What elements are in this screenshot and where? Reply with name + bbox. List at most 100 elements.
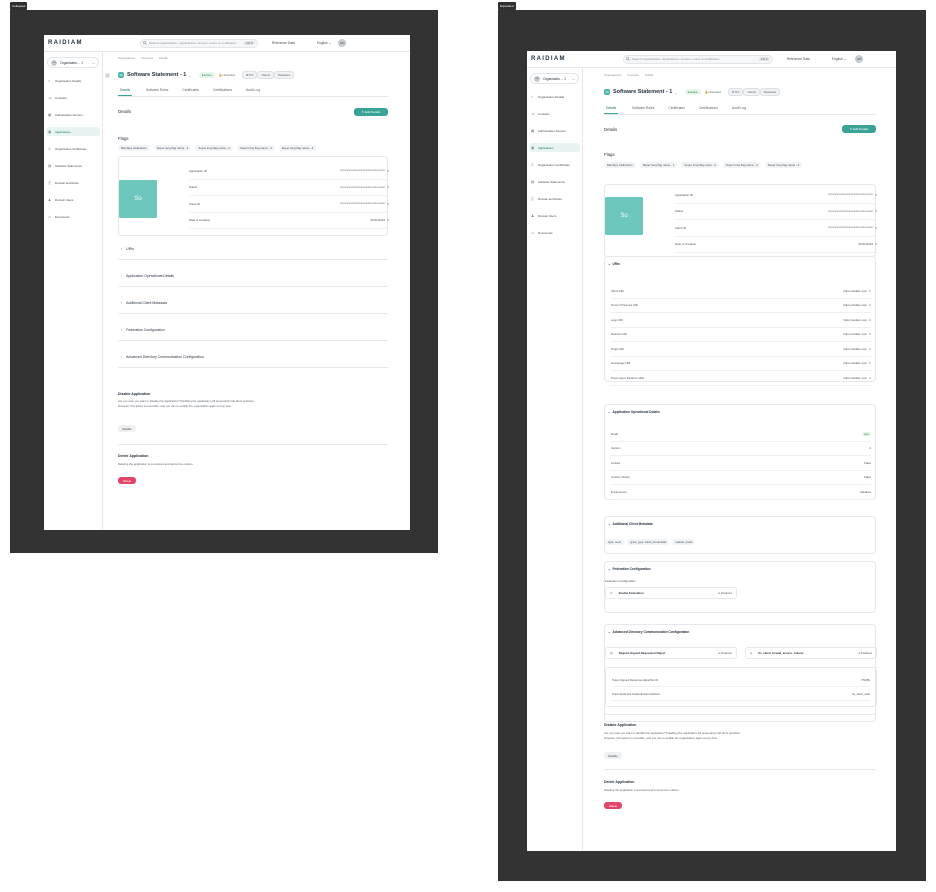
tab-software-roles[interactable]: Software Roles [146,86,168,96]
tab-certificates[interactable]: Certificates [182,86,199,96]
details-heading: Details [604,127,618,132]
environment-label[interactable]: Reference Data [272,41,295,45]
sidebar-item[interactable]: ▤ Software Statements [529,177,580,186]
copy-icon[interactable]: ⧉ [869,347,871,351]
sidebar-item[interactable]: ▣ Applications [46,127,100,136]
copy-icon[interactable]: ⧉ [387,169,389,173]
sidebar-item[interactable]: ☏ Contacts [46,93,100,102]
organisation-switcher[interactable]: OA Organisatio… 1 ⌄ [530,73,579,84]
advanced-section-header[interactable]: ⌄ Advanced Directory Communication Confi… [608,630,689,634]
sidebar-item[interactable]: ⚿ Organisation Certificates [46,144,100,153]
grid-icon: ▣ [531,145,535,150]
info-row: Status xxxxxxxxxxxxxxxxxxxxxxxxxx ⧉ [189,180,389,196]
search-input[interactable]: Search organisations, applications, serv… [622,54,773,64]
accordion-section[interactable]: › Advanced Directory Communication Config… [118,347,388,368]
sidebar-item[interactable]: ☏ Contacts [529,109,580,118]
metadata-chip: grant_type: client_credentials [627,539,670,545]
sidebar-item[interactable]: ◫ Domain and Roles [46,178,100,187]
tab-certificates[interactable]: Certificates [668,104,685,114]
copy-icon[interactable]: ⧉ [869,361,871,365]
organisation-switcher[interactable]: OA Organisatio… 1 ⌄ [47,57,99,68]
language-select[interactable]: English ⌄ [832,57,847,61]
sidebar-item[interactable]: ♟ Domain Users [46,195,100,204]
edit-details-button[interactable]: ✎ Edit Details [354,108,388,116]
uri-row-value[interactable]: https://raidiam.com [843,376,867,380]
advanced-toggle-row[interactable]: ◈ tls_client_bound_access_tokens ● Disab… [745,647,877,659]
tab-certifications[interactable]: Certifications [213,86,232,96]
sidebar-item-label: Contacts [55,95,67,100]
breadcrumb-item[interactable]: Overview [627,73,639,77]
tab-audit-log[interactable]: Audit Log [732,104,746,114]
copy-icon[interactable]: ⧉ [875,193,877,197]
sidebar-item[interactable]: ▭ Documents [529,228,580,237]
tab-details[interactable]: Details [604,104,619,114]
sidebar-item[interactable]: ▦ Authorisation Servers [46,110,100,119]
breadcrumb-item[interactable]: Organisations [118,56,135,60]
accordion-section[interactable]: › Federation Configuration [118,320,388,341]
copy-icon[interactable]: ⧉ [875,209,877,213]
sidebar-item[interactable]: ⚿ Organisation Certificates [529,160,580,169]
sidebar-item[interactable]: ⌂ Organisation Details [46,76,100,85]
delete-button[interactable]: Delete [118,477,136,484]
sidebar-item-label: Applications [55,129,71,134]
copy-icon[interactable]: ⧉ [387,202,389,206]
sidebar-item[interactable]: ◫ Domain and Roles [529,194,580,203]
copy-icon[interactable]: ⧉ [387,185,389,189]
uri-row-value[interactable]: https://raidiam.com [843,303,867,307]
federation-section-header[interactable]: ⌄ Federation Configuration [608,567,651,571]
metadata-section-header[interactable]: ⌄ Additional Client Metadata [608,522,652,526]
sidebar-item[interactable]: ♟ Domain Users [529,211,580,220]
uri-row-value[interactable]: https://raidiam.com [843,361,867,365]
accordion-section[interactable]: › Additional Client Metadata [118,293,388,314]
sidebar-item[interactable]: ▤ Software Statements [46,161,100,170]
copy-icon[interactable]: ⧉ [869,332,871,336]
accordion-section[interactable]: › URIs [118,239,388,260]
copy-icon[interactable]: ⧉ [869,376,871,380]
tab-software-roles[interactable]: Software Roles [632,104,654,114]
copy-icon[interactable]: ⧉ [869,289,871,293]
copy-icon[interactable]: ⧉ [869,318,871,322]
tab-audit-log[interactable]: Audit Log [246,86,260,96]
user-avatar[interactable]: RD [338,39,347,47]
uri-row-value[interactable]: https://raidiam.com [843,347,867,351]
copy-icon[interactable]: ⧉ [869,303,871,307]
operational-section-header[interactable]: ⌄ Application Operational Details [608,410,660,414]
chevron-down-icon[interactable]: ⌄ [188,73,191,78]
uris-section-header[interactable]: ⌄ URIs [608,262,620,266]
uri-row-value[interactable]: https://raidiam.com [843,332,867,336]
tab-certifications[interactable]: Certifications [699,104,718,114]
breadcrumb-item[interactable]: Organisations [604,73,621,77]
accordion-section[interactable]: › Application Operational Details [118,266,388,287]
edit-details-button[interactable]: ✎ Edit Details [842,125,876,133]
copy-icon[interactable]: ⧉ [875,242,877,246]
tab-details[interactable]: Details [118,86,133,96]
flags-heading: Flags [604,152,615,157]
sidebar-item-label: Applications [538,145,554,150]
status-badge: ● Active [684,89,701,95]
unlocked-badge: 🔓 Unlocked [704,90,721,94]
copy-icon[interactable]: ⧉ [387,218,389,222]
advanced-toggle-row[interactable]: ▤ Require Signed Requested Object ● Disa… [605,647,737,659]
chevron-down-icon[interactable]: ⌄ [674,90,677,95]
sidebar-item[interactable]: ▦ Authorisation Servers [529,126,580,135]
federation-toggle-row[interactable]: ⚙ Enable Federation ● Disabled [605,587,737,599]
advanced-item-status: ● Disabled [718,651,732,655]
environment-label[interactable]: Reference Data [787,57,810,61]
uri-row-value[interactable]: https://raidiam.com [843,289,867,293]
sidebar-item-label: Software Statements [538,179,565,184]
disable-button[interactable]: Disable [604,752,622,759]
breadcrumb-item[interactable]: Overview [141,56,153,60]
search-icon [625,57,630,61]
copy-icon[interactable]: ⧉ [875,226,877,230]
sidebar-item[interactable]: ▭ Documents [46,212,100,221]
user-avatar[interactable]: RD [855,55,864,63]
sidebar-item[interactable]: ⌂ Organisation Details [529,92,580,101]
search-input[interactable]: Search organisations, applications, serv… [139,38,258,48]
divider [604,714,876,715]
disable-button[interactable]: Disable [118,425,136,432]
top-bar: RAIDIAM Search organisations, applicatio… [527,51,896,68]
uri-row-value[interactable]: https://raidiam.com [843,318,867,322]
sidebar-item[interactable]: ▣ Applications [529,143,580,152]
language-select[interactable]: English ⌄ [317,41,332,45]
delete-button[interactable]: Delete [604,802,622,809]
